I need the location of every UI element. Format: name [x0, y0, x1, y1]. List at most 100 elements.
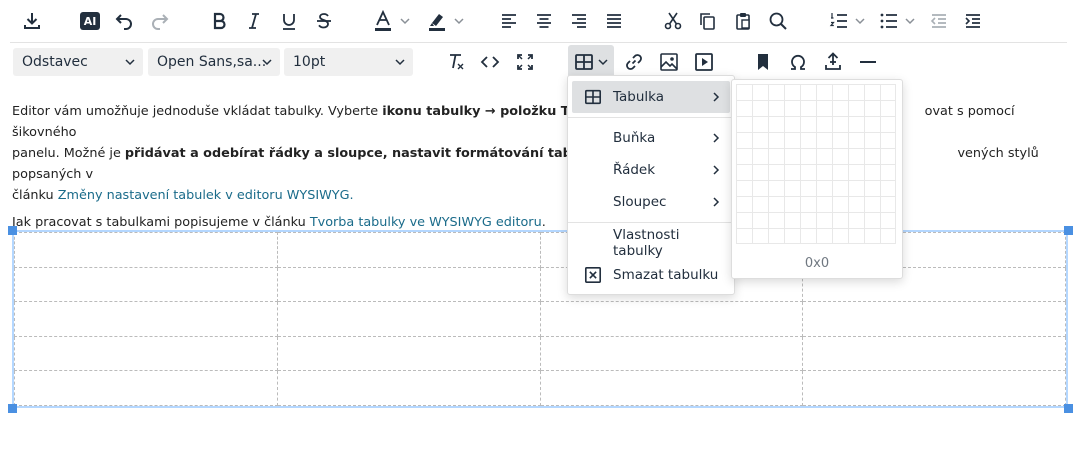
menu-item-label: Tabulka — [613, 89, 665, 105]
italic-icon — [249, 13, 259, 29]
numbered-list-button[interactable] — [823, 4, 871, 38]
search-button[interactable] — [764, 4, 792, 38]
article-link-table-settings[interactable]: Změny nastavení tabulek v editoru WYSIWY… — [58, 188, 354, 203]
bold-button[interactable] — [205, 4, 233, 38]
editor-table[interactable] — [12, 230, 1068, 408]
table-cell[interactable] — [802, 301, 1066, 337]
table-cell[interactable] — [14, 335, 278, 372]
cut-button[interactable] — [659, 4, 687, 38]
image-icon — [660, 53, 678, 71]
image-button[interactable] — [655, 45, 683, 79]
menu-item-row[interactable]: Řádek — [572, 154, 730, 186]
play-icon — [695, 53, 713, 71]
paste-button[interactable] — [729, 4, 757, 38]
chevron-right-icon — [713, 133, 720, 143]
italic-button[interactable] — [240, 4, 268, 38]
chevron-down-icon — [399, 18, 410, 25]
text-span: článku — [12, 188, 58, 203]
bold-icon — [213, 12, 226, 30]
indent-button[interactable] — [959, 4, 987, 38]
table-cell[interactable] — [276, 335, 541, 372]
copy-button[interactable] — [693, 4, 721, 38]
code-icon — [480, 56, 500, 68]
font-size-select[interactable]: 10pt — [284, 48, 413, 76]
anchor-button[interactable] — [749, 45, 777, 79]
table-cell[interactable] — [14, 232, 278, 268]
highlighter-icon — [428, 14, 445, 31]
block-format-select[interactable]: Odstavec — [13, 48, 143, 76]
highlight-color-button[interactable] — [421, 4, 469, 38]
resize-handle-bottom-right[interactable] — [1064, 404, 1073, 413]
redo-button[interactable] — [146, 4, 174, 38]
align-center-button[interactable] — [530, 4, 558, 38]
article-link-create-table[interactable]: Tvorba tabulky ve WYSIWYG editoru — [310, 215, 542, 230]
horizontal-rule-button[interactable] — [854, 45, 882, 79]
menu-item-cell[interactable]: Buňka — [572, 122, 730, 154]
text-color-button[interactable] — [367, 4, 415, 38]
table-cell[interactable] — [14, 301, 278, 337]
toolbar-row-2: Odstavec Open Sans,sa... 10pt — [0, 41, 1077, 83]
align-right-button[interactable] — [565, 4, 593, 38]
menu-item-column[interactable]: Sloupec — [572, 186, 730, 218]
media-button[interactable] — [690, 45, 718, 79]
resize-handle-top-right[interactable] — [1064, 226, 1073, 235]
text-span: . — [541, 215, 546, 230]
align-justify-button[interactable] — [600, 4, 628, 38]
resize-handle-bottom-left[interactable] — [8, 404, 17, 413]
bold-text: přidávat a odebírat řádky a sloupce, nas… — [124, 146, 628, 161]
fullscreen-button[interactable] — [511, 45, 539, 79]
chevron-right-icon — [713, 165, 720, 175]
table-cell[interactable] — [14, 266, 278, 303]
strikethrough-button[interactable] — [310, 4, 338, 38]
table-button[interactable] — [568, 45, 614, 79]
menu-item-delete-table[interactable]: Smazat tabulku — [572, 259, 730, 291]
font-family-select[interactable]: Open Sans,sa... — [148, 48, 280, 76]
download-button[interactable] — [17, 4, 47, 38]
undo-button[interactable] — [110, 4, 138, 38]
table-size-label: 0x0 — [804, 256, 830, 271]
underline-button[interactable] — [275, 4, 303, 38]
special-character-button[interactable] — [784, 45, 812, 79]
editor-toolbar: AI Odstavec Open Sans,sa... 10pt — [0, 0, 1077, 84]
search-icon — [769, 12, 787, 30]
table-row — [14, 266, 1066, 303]
numbered-list-icon — [829, 13, 847, 28]
table-cell[interactable] — [276, 232, 541, 268]
table-cell[interactable] — [14, 370, 278, 406]
omega-icon — [791, 54, 805, 70]
menu-separator — [568, 222, 734, 223]
link-button[interactable] — [620, 45, 648, 79]
table-size-grid[interactable] — [736, 84, 896, 244]
table-cell[interactable] — [802, 335, 1066, 372]
bullet-list-button[interactable] — [873, 4, 921, 38]
table-cell[interactable] — [802, 370, 1066, 406]
outdent-icon — [930, 14, 946, 28]
table-cell[interactable] — [276, 370, 541, 406]
ai-icon: AI — [80, 12, 100, 30]
scissors-icon — [664, 12, 682, 30]
menu-item-table-properties[interactable]: Vlastnosti tabulky — [572, 227, 730, 259]
outdent-button[interactable] — [925, 4, 953, 38]
underline-icon — [283, 14, 295, 30]
upload-button[interactable] — [819, 45, 847, 79]
chevron-down-icon — [453, 18, 464, 25]
resize-handle-top-left[interactable] — [8, 226, 17, 235]
text-span: panelu. Možné je — [12, 146, 125, 161]
bookmark-icon — [758, 54, 768, 70]
menu-item-table[interactable]: Tabulka — [572, 81, 730, 113]
source-code-button[interactable] — [476, 45, 504, 79]
table-row — [14, 232, 1066, 268]
table-cell[interactable] — [539, 335, 804, 372]
text-color-icon — [374, 10, 391, 31]
ai-button[interactable]: AI — [76, 4, 104, 38]
link-icon — [626, 54, 642, 70]
editor-content[interactable]: Editor vám umožňuje jednoduše vkládat ta… — [12, 101, 1067, 239]
align-left-button[interactable] — [495, 4, 523, 38]
clear-formatting-button[interactable] — [442, 45, 470, 79]
chevron-down-icon — [597, 59, 608, 66]
table-cell[interactable] — [539, 301, 804, 337]
table-cell[interactable] — [276, 301, 541, 337]
table-menu: Tabulka Buňka Řádek Sloupec Vlastnosti t… — [567, 75, 735, 295]
table-cell[interactable] — [539, 370, 804, 406]
table-cell[interactable] — [276, 266, 541, 303]
